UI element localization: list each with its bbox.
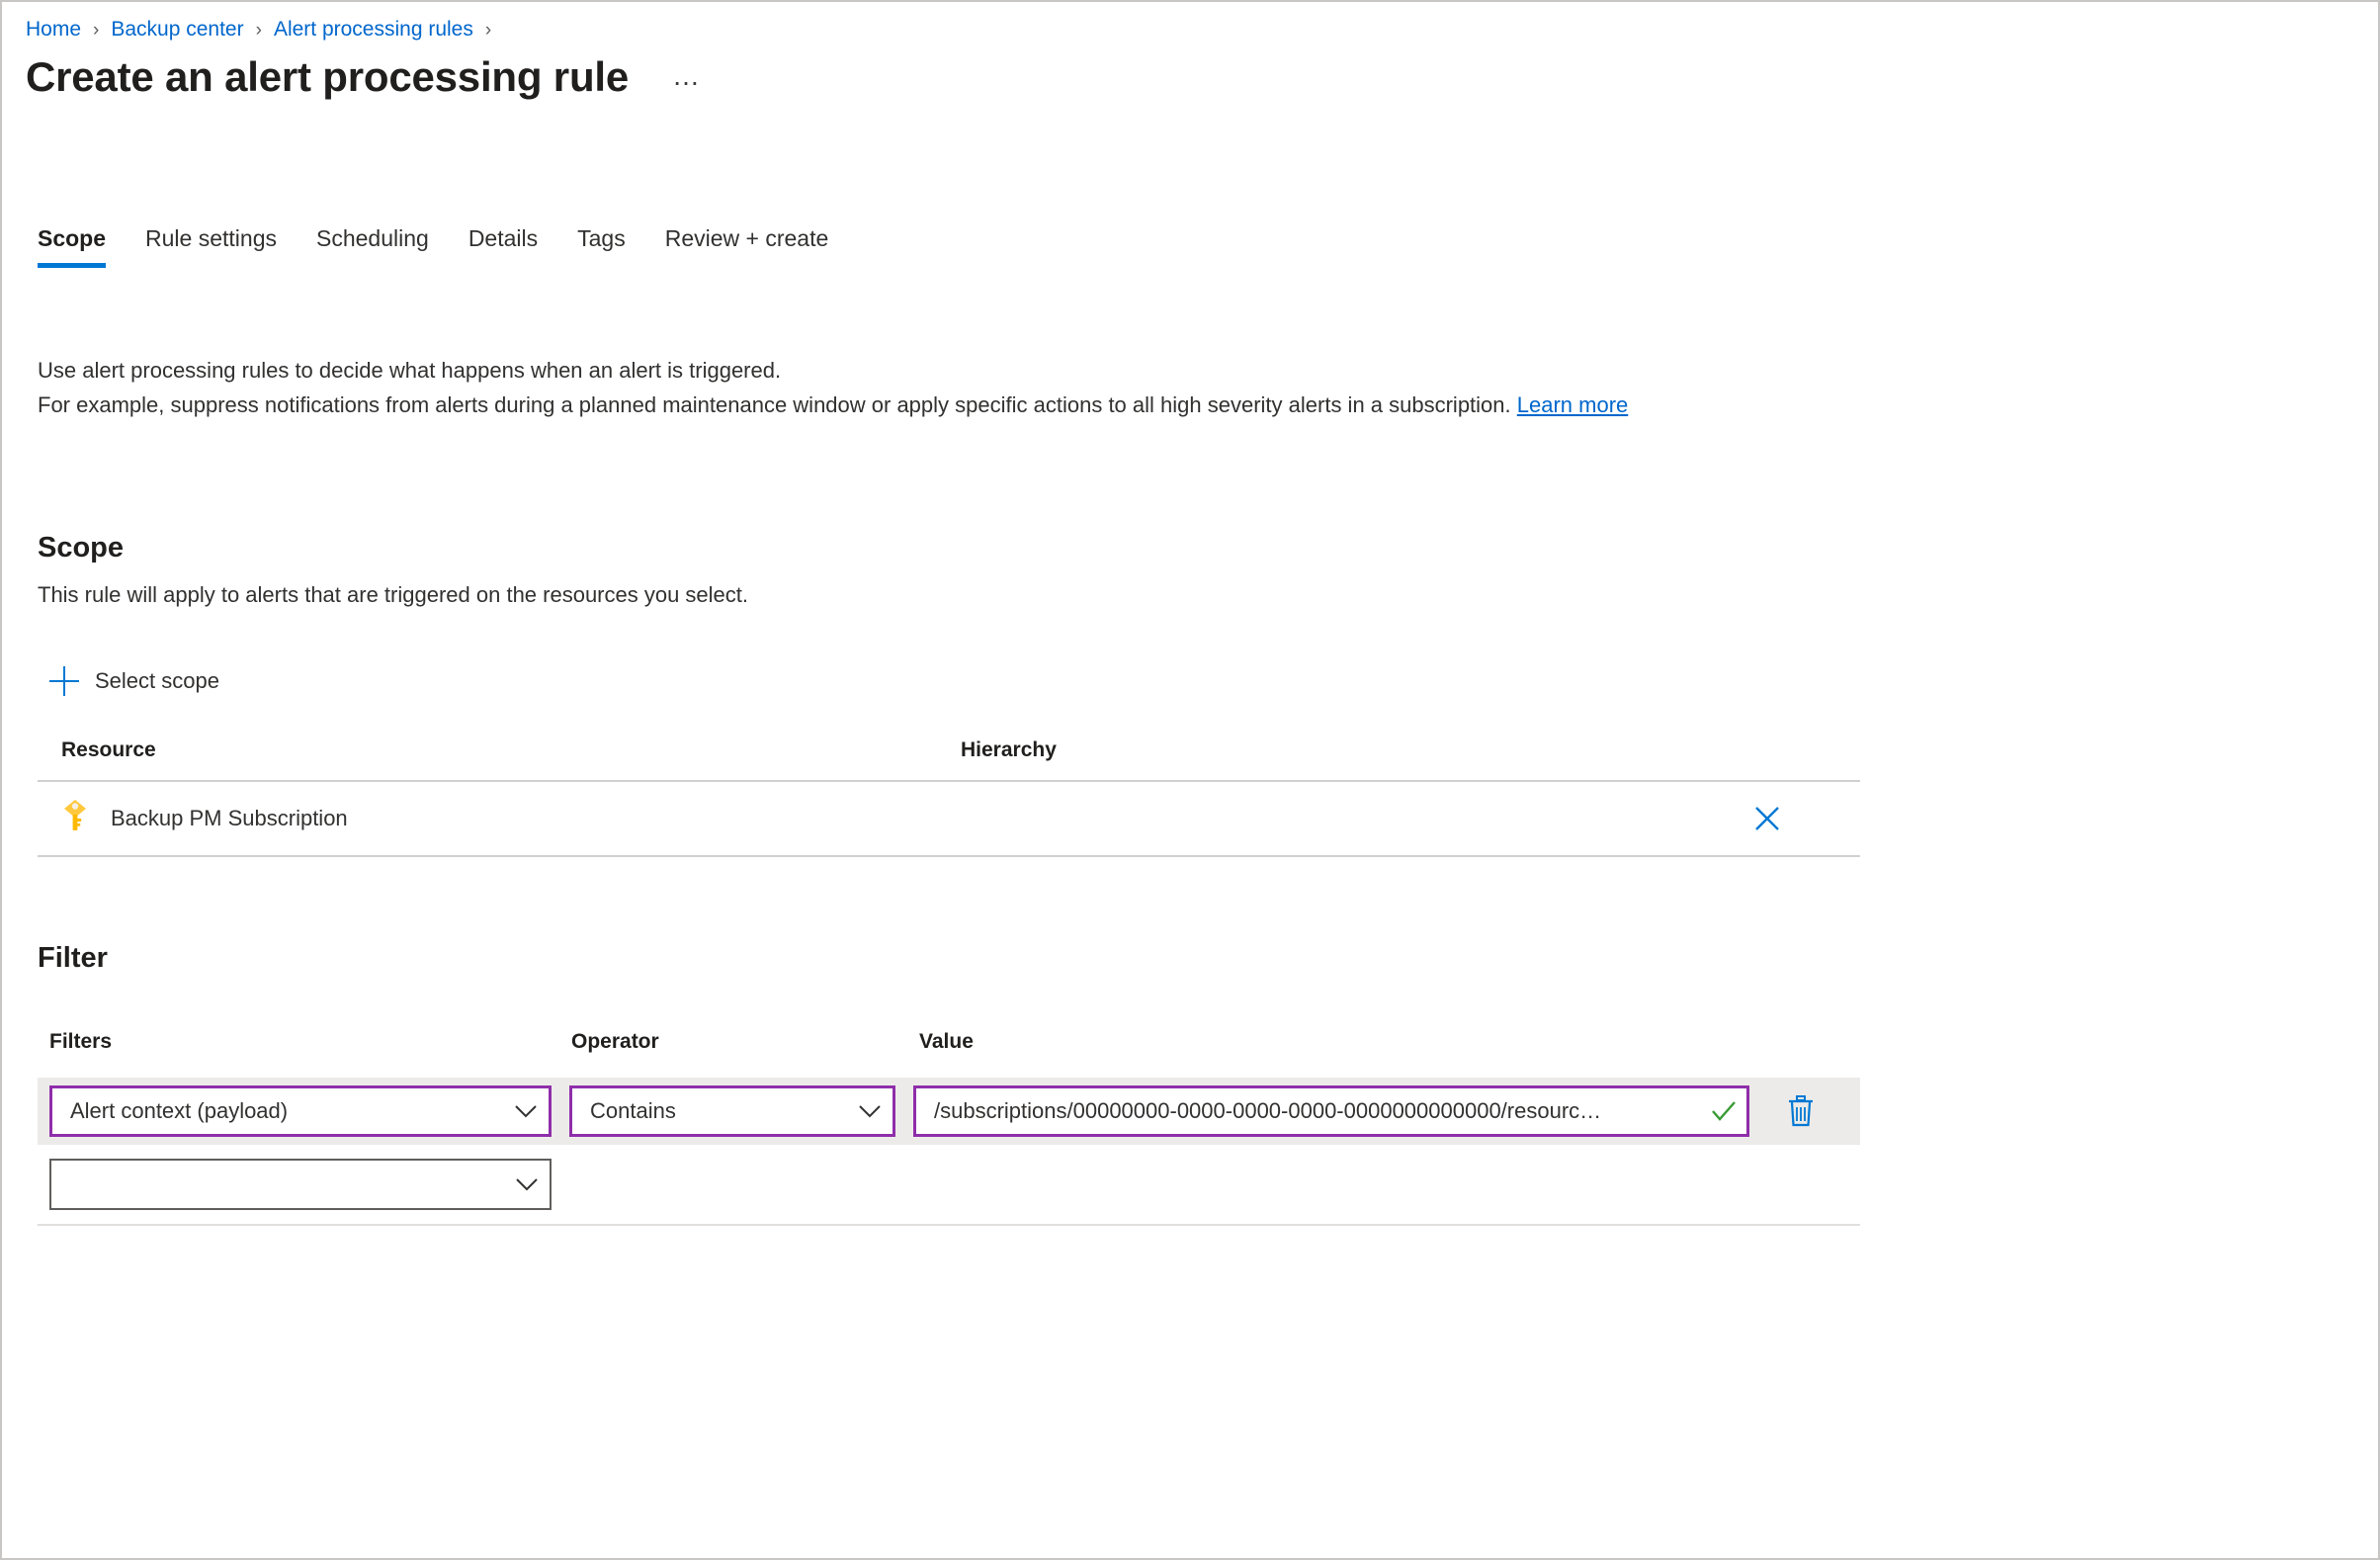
breadcrumb-separator-icon: ›	[93, 19, 100, 41]
filter-value-text: /subscriptions/00000000-0000-0000-0000-0…	[934, 1098, 1602, 1123]
filter-header-row: Filters Operator Value	[38, 1030, 1860, 1054]
breadcrumb: Home › Backup center › Alert processing …	[26, 12, 503, 47]
resource-name-cell: Backup PM Subscription	[61, 799, 961, 838]
select-scope-button[interactable]: Select scope	[49, 662, 219, 700]
filter-section-heading: Filter	[38, 942, 108, 975]
breadcrumb-item-backup-center[interactable]: Backup center	[111, 18, 243, 42]
chevron-down-icon	[503, 1104, 549, 1118]
tab-scheduling[interactable]: Scheduling	[297, 221, 449, 268]
more-options-icon[interactable]: …	[672, 60, 703, 92]
tab-tags[interactable]: Tags	[557, 221, 645, 268]
table-row: Backup PM Subscription	[38, 782, 1860, 857]
select-scope-label: Select scope	[95, 668, 219, 693]
chevron-down-icon	[504, 1177, 550, 1191]
learn-more-link[interactable]: Learn more	[1517, 392, 1629, 417]
scope-section-heading: Scope	[38, 532, 125, 564]
title-row: Create an alert processing rule …	[26, 53, 703, 101]
valid-check-icon	[1701, 1100, 1746, 1122]
tab-details[interactable]: Details	[449, 221, 557, 268]
intro-line-2-text: For example, suppress notifications from…	[38, 392, 1511, 417]
scope-resource-table: Resource Hierarchy Backup PM Subscriptio…	[38, 738, 1860, 857]
breadcrumb-separator-icon: ›	[255, 19, 262, 41]
filter-type-value: Alert context (payload)	[70, 1098, 289, 1123]
column-header-hierarchy: Hierarchy	[961, 738, 1057, 761]
column-header-operator: Operator	[571, 1030, 659, 1053]
filter-grid: Filters Operator Value Alert context (pa…	[38, 1030, 1860, 1226]
delete-filter-icon[interactable]	[1775, 1085, 1827, 1137]
breadcrumb-separator-icon: ›	[484, 19, 492, 41]
tab-rule-settings[interactable]: Rule settings	[126, 221, 297, 268]
filter-operator-dropdown[interactable]: Contains	[569, 1085, 895, 1137]
filter-type-dropdown[interactable]: Alert context (payload)	[49, 1085, 552, 1137]
chevron-down-icon	[847, 1104, 892, 1118]
remove-scope-icon[interactable]	[1747, 799, 1787, 838]
azure-portal-blade: Home › Backup center › Alert processing …	[0, 0, 2380, 1560]
filter-type-dropdown-empty[interactable]	[49, 1159, 552, 1210]
column-header-value: Value	[919, 1030, 974, 1053]
tab-scope[interactable]: Scope	[30, 221, 126, 268]
tab-bar: Scope Rule settings Scheduling Details T…	[30, 221, 848, 268]
resource-name-label: Backup PM Subscription	[111, 806, 348, 830]
filter-row	[38, 1145, 1860, 1226]
filter-value-input[interactable]: /subscriptions/00000000-0000-0000-0000-0…	[913, 1085, 1749, 1137]
intro-line-2: For example, suppress notifications from…	[38, 388, 1846, 422]
column-header-resource: Resource	[61, 738, 156, 761]
scope-description: This rule will apply to alerts that are …	[38, 582, 749, 607]
table-header-row: Resource Hierarchy	[38, 738, 1860, 782]
column-header-filters: Filters	[49, 1030, 113, 1053]
filter-operator-value: Contains	[590, 1098, 676, 1123]
breadcrumb-item-home[interactable]: Home	[26, 18, 81, 42]
filter-row: Alert context (payload) Contains /subscr…	[38, 1078, 1860, 1145]
tab-review-create[interactable]: Review + create	[645, 221, 849, 268]
plus-icon	[49, 666, 79, 696]
subscription-key-icon	[61, 799, 89, 838]
intro-text: Use alert processing rules to decide wha…	[38, 353, 1846, 422]
breadcrumb-item-alert-processing-rules[interactable]: Alert processing rules	[274, 18, 473, 42]
page-title: Create an alert processing rule	[26, 53, 630, 100]
intro-line-1: Use alert processing rules to decide wha…	[38, 358, 782, 383]
